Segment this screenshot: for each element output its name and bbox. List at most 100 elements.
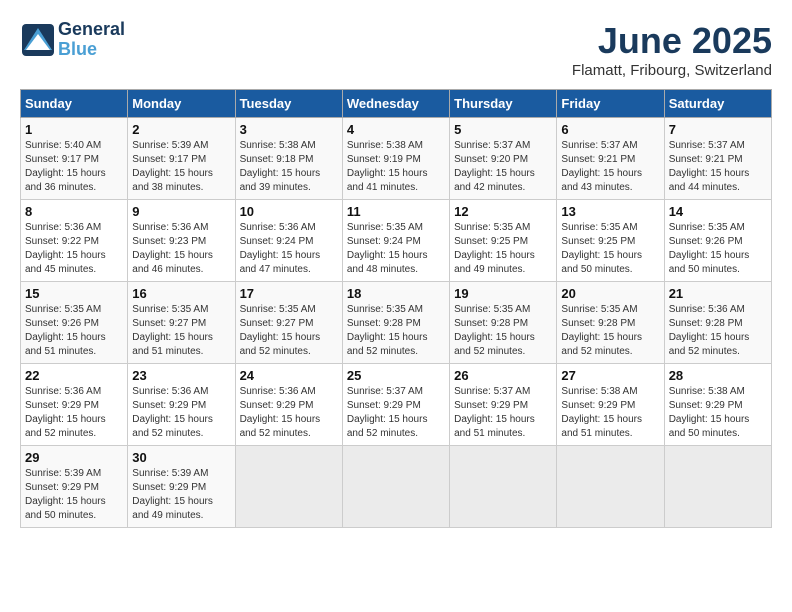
day-number: 2 bbox=[132, 122, 230, 137]
day-info: Sunrise: 5:36 AMSunset: 9:23 PMDaylight:… bbox=[132, 221, 230, 277]
table-cell: 1 Sunrise: 5:40 AMSunset: 9:17 PMDaylight… bbox=[21, 118, 128, 200]
table-cell bbox=[235, 446, 342, 528]
table-cell: 29 Sunrise: 5:39 AMSunset: 9:29 PMDayligh… bbox=[21, 446, 128, 528]
day-number: 9 bbox=[132, 204, 230, 219]
table-cell: 21 Sunrise: 5:36 AMSunset: 9:28 PMDayligh… bbox=[664, 282, 771, 364]
day-info: Sunrise: 5:37 AMSunset: 9:21 PMDaylight:… bbox=[669, 139, 767, 195]
table-cell: 22 Sunrise: 5:36 AMSunset: 9:29 PMDayligh… bbox=[21, 364, 128, 446]
table-cell bbox=[664, 446, 771, 528]
col-monday: Monday bbox=[128, 90, 235, 118]
table-cell: 14 Sunrise: 5:35 AMSunset: 9:26 PMDayligh… bbox=[664, 200, 771, 282]
day-number: 12 bbox=[454, 204, 552, 219]
day-number: 17 bbox=[240, 286, 338, 301]
calendar-table: Sunday Monday Tuesday Wednesday Thursday… bbox=[20, 89, 772, 528]
day-info: Sunrise: 5:35 AMSunset: 9:27 PMDaylight:… bbox=[132, 303, 230, 359]
day-number: 1 bbox=[25, 122, 123, 137]
day-info: Sunrise: 5:35 AMSunset: 9:24 PMDaylight:… bbox=[347, 221, 445, 277]
day-info: Sunrise: 5:37 AMSunset: 9:29 PMDaylight:… bbox=[454, 385, 552, 441]
col-wednesday: Wednesday bbox=[342, 90, 449, 118]
day-number: 25 bbox=[347, 368, 445, 383]
header-row: Sunday Monday Tuesday Wednesday Thursday… bbox=[21, 90, 772, 118]
table-cell: 26 Sunrise: 5:37 AMSunset: 9:29 PMDayligh… bbox=[450, 364, 557, 446]
table-cell: 4 Sunrise: 5:38 AMSunset: 9:19 PMDaylight… bbox=[342, 118, 449, 200]
day-number: 15 bbox=[25, 286, 123, 301]
day-info: Sunrise: 5:37 AMSunset: 9:21 PMDaylight:… bbox=[561, 139, 659, 195]
table-cell: 30Sunrise: 5:39 AMSunset: 9:29 PMDayligh… bbox=[128, 446, 235, 528]
logo-text: General Blue bbox=[58, 20, 125, 60]
page: General Blue June 2025 Flamatt, Fribourg… bbox=[0, 0, 792, 538]
table-cell: 28 Sunrise: 5:38 AMSunset: 9:29 PMDayligh… bbox=[664, 364, 771, 446]
day-info: Sunrise: 5:36 AMSunset: 9:28 PMDaylight:… bbox=[669, 303, 767, 359]
table-cell: 27 Sunrise: 5:38 AMSunset: 9:29 PMDayligh… bbox=[557, 364, 664, 446]
title-block: June 2025 Flamatt, Fribourg, Switzerland bbox=[572, 20, 772, 79]
day-number: 30 bbox=[132, 450, 230, 465]
table-cell: 2 Sunrise: 5:39 AMSunset: 9:17 PMDaylight… bbox=[128, 118, 235, 200]
day-info: Sunrise: 5:38 AMSunset: 9:29 PMDaylight:… bbox=[561, 385, 659, 441]
day-info: Sunrise: 5:38 AMSunset: 9:29 PMDaylight:… bbox=[669, 385, 767, 441]
logo-icon bbox=[20, 22, 56, 58]
table-cell: 19 Sunrise: 5:35 AMSunset: 9:28 PMDayligh… bbox=[450, 282, 557, 364]
table-cell: 20Sunrise: 5:35 AMSunset: 9:28 PMDayligh… bbox=[557, 282, 664, 364]
day-info: Sunrise: 5:35 AMSunset: 9:28 PMDaylight:… bbox=[347, 303, 445, 359]
day-number: 29 bbox=[25, 450, 123, 465]
day-info: Sunrise: 5:35 AMSunset: 9:25 PMDaylight:… bbox=[454, 221, 552, 277]
day-number: 16 bbox=[132, 286, 230, 301]
table-cell: 23 Sunrise: 5:36 AMSunset: 9:29 PMDayligh… bbox=[128, 364, 235, 446]
table-cell: 5Sunrise: 5:37 AMSunset: 9:20 PMDaylight… bbox=[450, 118, 557, 200]
table-cell bbox=[342, 446, 449, 528]
day-info: Sunrise: 5:35 AMSunset: 9:26 PMDaylight:… bbox=[669, 221, 767, 277]
day-info: Sunrise: 5:39 AMSunset: 9:17 PMDaylight:… bbox=[132, 139, 230, 195]
table-cell: 9 Sunrise: 5:36 AMSunset: 9:23 PMDaylight… bbox=[128, 200, 235, 282]
day-number: 8 bbox=[25, 204, 123, 219]
day-info: Sunrise: 5:38 AMSunset: 9:18 PMDaylight:… bbox=[240, 139, 338, 195]
day-number: 27 bbox=[561, 368, 659, 383]
header: General Blue June 2025 Flamatt, Fribourg… bbox=[20, 20, 772, 79]
table-cell: 15 Sunrise: 5:35 AMSunset: 9:26 PMDayligh… bbox=[21, 282, 128, 364]
day-info: Sunrise: 5:35 AMSunset: 9:25 PMDaylight:… bbox=[561, 221, 659, 277]
day-info: Sunrise: 5:35 AMSunset: 9:27 PMDaylight:… bbox=[240, 303, 338, 359]
day-number: 23 bbox=[132, 368, 230, 383]
day-number: 21 bbox=[669, 286, 767, 301]
table-cell: 12 Sunrise: 5:35 AMSunset: 9:25 PMDayligh… bbox=[450, 200, 557, 282]
day-info: Sunrise: 5:40 AMSunset: 9:17 PMDaylight:… bbox=[25, 139, 123, 195]
col-sunday: Sunday bbox=[21, 90, 128, 118]
table-cell: 11 Sunrise: 5:35 AMSunset: 9:24 PMDayligh… bbox=[342, 200, 449, 282]
day-number: 4 bbox=[347, 122, 445, 137]
table-cell: 18 Sunrise: 5:35 AMSunset: 9:28 PMDayligh… bbox=[342, 282, 449, 364]
day-info: Sunrise: 5:37 AMSunset: 9:20 PMDaylight:… bbox=[454, 139, 552, 195]
day-number: 18 bbox=[347, 286, 445, 301]
day-info: Sunrise: 5:35 AMSunset: 9:26 PMDaylight:… bbox=[25, 303, 123, 359]
day-number: 26 bbox=[454, 368, 552, 383]
day-info: Sunrise: 5:37 AMSunset: 9:29 PMDaylight:… bbox=[347, 385, 445, 441]
col-friday: Friday bbox=[557, 90, 664, 118]
calendar-subtitle: Flamatt, Fribourg, Switzerland bbox=[572, 62, 772, 79]
day-info: Sunrise: 5:36 AMSunset: 9:29 PMDaylight:… bbox=[240, 385, 338, 441]
day-info: Sunrise: 5:35 AMSunset: 9:28 PMDaylight:… bbox=[561, 303, 659, 359]
day-info: Sunrise: 5:36 AMSunset: 9:22 PMDaylight:… bbox=[25, 221, 123, 277]
day-info: Sunrise: 5:35 AMSunset: 9:28 PMDaylight:… bbox=[454, 303, 552, 359]
day-number: 19 bbox=[454, 286, 552, 301]
table-cell: 7Sunrise: 5:37 AMSunset: 9:21 PMDaylight… bbox=[664, 118, 771, 200]
day-info: Sunrise: 5:39 AMSunset: 9:29 PMDaylight:… bbox=[25, 467, 123, 523]
day-info: Sunrise: 5:36 AMSunset: 9:24 PMDaylight:… bbox=[240, 221, 338, 277]
day-number: 24 bbox=[240, 368, 338, 383]
day-info: Sunrise: 5:38 AMSunset: 9:19 PMDaylight:… bbox=[347, 139, 445, 195]
table-cell: 17 Sunrise: 5:35 AMSunset: 9:27 PMDayligh… bbox=[235, 282, 342, 364]
col-tuesday: Tuesday bbox=[235, 90, 342, 118]
table-cell: 16 Sunrise: 5:35 AMSunset: 9:27 PMDayligh… bbox=[128, 282, 235, 364]
table-cell: 13Sunrise: 5:35 AMSunset: 9:25 PMDayligh… bbox=[557, 200, 664, 282]
day-number: 14 bbox=[669, 204, 767, 219]
table-cell bbox=[450, 446, 557, 528]
table-cell: 10Sunrise: 5:36 AMSunset: 9:24 PMDayligh… bbox=[235, 200, 342, 282]
table-cell: 6 Sunrise: 5:37 AMSunset: 9:21 PMDaylight… bbox=[557, 118, 664, 200]
col-saturday: Saturday bbox=[664, 90, 771, 118]
day-info: Sunrise: 5:36 AMSunset: 9:29 PMDaylight:… bbox=[132, 385, 230, 441]
day-number: 22 bbox=[25, 368, 123, 383]
table-cell: 3 Sunrise: 5:38 AMSunset: 9:18 PMDaylight… bbox=[235, 118, 342, 200]
day-number: 11 bbox=[347, 204, 445, 219]
day-number: 6 bbox=[561, 122, 659, 137]
table-cell: 8 Sunrise: 5:36 AMSunset: 9:22 PMDaylight… bbox=[21, 200, 128, 282]
day-number: 3 bbox=[240, 122, 338, 137]
day-number: 28 bbox=[669, 368, 767, 383]
day-info: Sunrise: 5:36 AMSunset: 9:29 PMDaylight:… bbox=[25, 385, 123, 441]
